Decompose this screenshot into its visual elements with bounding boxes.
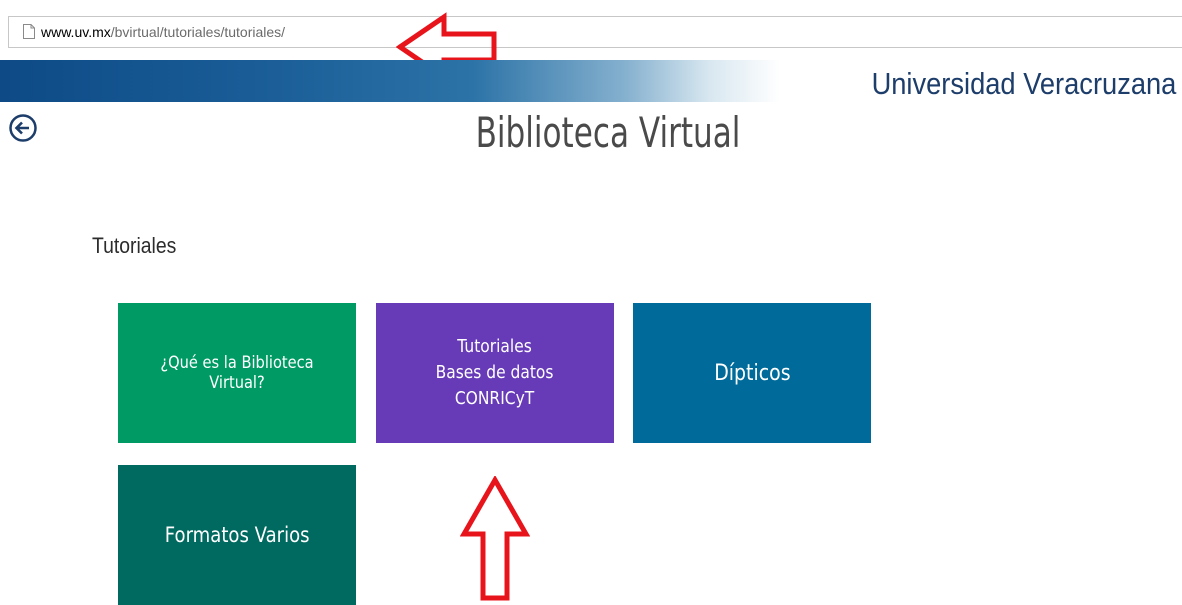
tile-label: ¿Qué es la Biblioteca Virtual? bbox=[160, 353, 314, 393]
tile-label-line-2: Bases de datos bbox=[436, 362, 554, 383]
tile-que-es-biblioteca[interactable]: ¿Qué es la Biblioteca Virtual? bbox=[118, 303, 356, 443]
url-path: /bvirtual/tutoriales/tutoriales/ bbox=[110, 24, 286, 40]
section-label: Tutoriales bbox=[92, 233, 177, 258]
university-name: Universidad Veracruzana bbox=[871, 66, 1176, 101]
tile-dipticos[interactable]: Dípticos bbox=[633, 303, 871, 443]
back-arrow-icon[interactable] bbox=[8, 113, 38, 143]
tile-tutoriales-bases-de-datos[interactable]: Tutoriales Bases de datos CONRICyT bbox=[376, 303, 614, 443]
address-bar[interactable]: www.uv.mx/bvirtual/tutoriales/tutoriales… bbox=[8, 16, 1182, 48]
url-text[interactable]: www.uv.mx/bvirtual/tutoriales/tutoriales… bbox=[41, 24, 285, 40]
url-host: www.uv.mx bbox=[41, 24, 111, 40]
page-icon bbox=[23, 24, 35, 39]
page-title: Biblioteca Virtual bbox=[475, 108, 741, 157]
tile-label: Dípticos bbox=[713, 360, 791, 386]
tile-formatos-varios[interactable]: Formatos Varios bbox=[118, 465, 356, 605]
tile-label-line-1: Tutoriales bbox=[457, 336, 533, 357]
tile-label: Formatos Varios bbox=[164, 523, 310, 547]
tile-label-line-3: CONRICyT bbox=[455, 388, 535, 409]
red-arrow-up-icon bbox=[460, 476, 530, 601]
